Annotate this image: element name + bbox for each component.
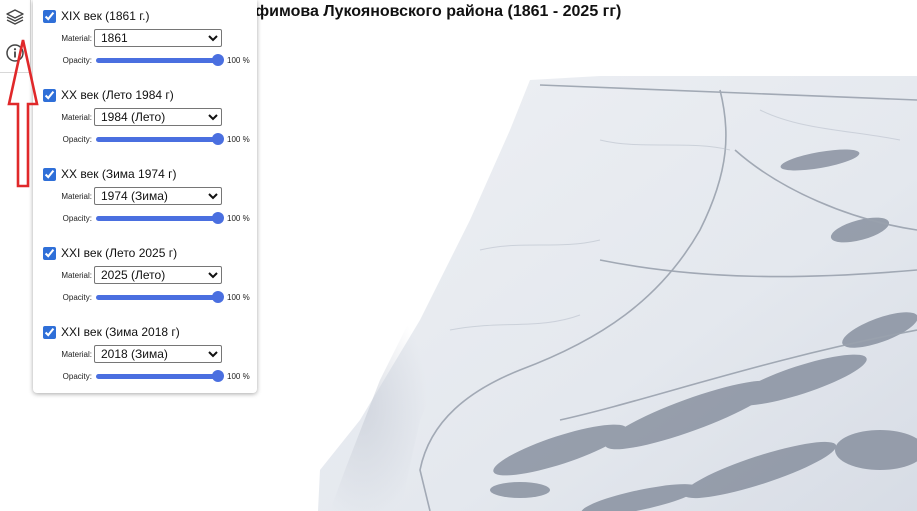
layer-item: XX век (Лето 1984 г) Material: 1984 (Лет… [41,86,255,148]
opacity-label: Opacity: [62,213,92,223]
opacity-slider-thumb[interactable] [212,133,224,145]
material-label: Material: [61,33,92,43]
opacity-slider-track [96,373,220,379]
layer-title: XX век (Лето 1984 г) [61,88,174,102]
layer-visibility-checkbox[interactable] [43,167,56,181]
layer-visibility-checkbox[interactable] [43,88,56,102]
opacity-row: Opacity: 100 % [41,51,255,69]
opacity-value: 100 % [227,55,250,65]
layers-icon [6,9,24,25]
opacity-label: Opacity: [62,134,92,144]
opacity-slider[interactable] [94,133,224,145]
material-row: Material: 1984 (Лето) [41,108,255,126]
opacity-slider[interactable] [94,212,224,224]
info-icon [6,44,24,62]
layers-button[interactable] [3,5,27,29]
opacity-label: Opacity: [62,292,92,302]
layer-header: XX век (Зима 1974 г) [41,165,255,183]
layer-header: XX век (Лето 1984 г) [41,86,255,104]
opacity-slider[interactable] [94,291,224,303]
material-row: Material: 2018 (Зима) [41,345,255,363]
opacity-label: Opacity: [62,55,92,65]
material-select[interactable]: 1984 (Лето) [94,108,222,126]
material-select[interactable]: 1861 [94,29,222,47]
material-label: Material: [61,191,92,201]
opacity-row: Opacity: 100 % [41,130,255,148]
layer-header: XXI век (Зима 2018 г) [41,323,255,341]
opacity-slider-track [96,215,220,221]
layer-title: XXI век (Лето 2025 г) [61,246,178,260]
opacity-slider-track [96,294,220,300]
opacity-slider-thumb[interactable] [212,370,224,382]
layer-header: XXI век (Лето 2025 г) [41,244,255,262]
layer-title: XIX век (1861 г.) [61,9,150,23]
opacity-value: 100 % [227,371,250,381]
info-button[interactable] [3,41,27,65]
layer-visibility-checkbox[interactable] [43,246,56,260]
layer-item: XX век (Зима 1974 г) Material: 1974 (Зим… [41,165,255,227]
opacity-slider-thumb[interactable] [212,54,224,66]
layer-item: XXI век (Зима 2018 г) Material: 2018 (Зи… [41,323,255,385]
material-row: Material: 1861 [41,29,255,47]
layer-item: XIX век (1861 г.) Material: 1861 Opacity… [41,7,255,69]
layer-visibility-checkbox[interactable] [43,325,56,339]
material-select[interactable]: 2018 (Зима) [94,345,222,363]
opacity-slider[interactable] [94,54,224,66]
layers-panel: XIX век (1861 г.) Material: 1861 Opacity… [33,0,257,393]
material-label: Material: [61,270,92,280]
layer-title: XXI век (Зима 2018 г) [61,325,180,339]
opacity-slider[interactable] [94,370,224,382]
opacity-value: 100 % [227,134,250,144]
opacity-row: Opacity: 100 % [41,367,255,385]
map-toolbar [0,0,31,73]
material-row: Material: 1974 (Зима) [41,187,255,205]
opacity-value: 100 % [227,213,250,223]
material-label: Material: [61,112,92,122]
layer-item: XXI век (Лето 2025 г) Material: 2025 (Ле… [41,244,255,306]
opacity-label: Opacity: [62,371,92,381]
layer-header: XIX век (1861 г.) [41,7,255,25]
material-row: Material: 2025 (Лето) [41,266,255,284]
material-select[interactable]: 1974 (Зима) [94,187,222,205]
opacity-slider-track [96,136,220,142]
layer-title: XX век (Зима 1974 г) [61,167,177,181]
opacity-row: Opacity: 100 % [41,288,255,306]
opacity-slider-track [96,57,220,63]
opacity-value: 100 % [227,292,250,302]
material-select[interactable]: 2025 (Лето) [94,266,222,284]
page-title: лфимова Лукояновского района (1861 - 202… [245,3,622,20]
material-label: Material: [61,349,92,359]
layer-visibility-checkbox[interactable] [43,9,56,23]
opacity-row: Opacity: 100 % [41,209,255,227]
opacity-slider-thumb[interactable] [212,291,224,303]
opacity-slider-thumb[interactable] [212,212,224,224]
